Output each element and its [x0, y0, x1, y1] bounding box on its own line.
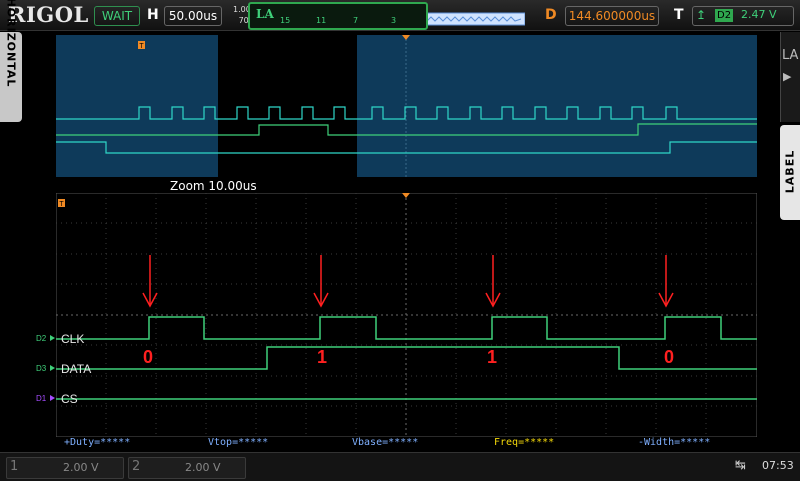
chevron-right-icon[interactable]: ▶	[783, 70, 791, 83]
overview-trigger-marker: T	[138, 41, 145, 50]
channel-label-clk[interactable]: D2 CLK	[36, 332, 84, 346]
la-group-label: 15	[280, 16, 291, 25]
measurement-freq[interactable]: Freq=*****	[494, 437, 554, 448]
channel-labels: D2 CLK D3 DATA D1 CS	[36, 332, 91, 406]
la-group-label: 7	[353, 16, 359, 25]
svg-text:CS: CS	[61, 392, 78, 406]
la-tab-label: LA	[782, 48, 799, 63]
zoom-window-region[interactable]	[218, 35, 357, 177]
la-channel-button[interactable]: LA 15 11 7 3	[248, 2, 428, 30]
la-label: LA	[256, 7, 274, 21]
usb-icon: ↹	[735, 458, 746, 473]
overview-waveform-window[interactable]: T	[56, 35, 757, 177]
measurement-width[interactable]: -Width=*****	[638, 437, 710, 448]
zoom-timebase-label: Zoom 10.00us	[170, 179, 257, 193]
system-clock: 07:53	[762, 459, 794, 472]
measurement-bar: +Duty=***** Vtop=***** Vbase=***** Freq=…	[56, 437, 756, 451]
svg-text:DATA: DATA	[61, 362, 91, 376]
delay-label: D	[545, 7, 557, 23]
rising-edge-icon: ↥	[696, 8, 707, 22]
brand-logo: RIGOL	[8, 2, 89, 27]
bit-label: 1	[487, 347, 497, 367]
svg-text:T: T	[139, 43, 144, 50]
bit-label: 0	[664, 347, 674, 367]
bit-label: 1	[317, 347, 327, 367]
zoom-waveform-grid[interactable]: T 0 1 1 0	[56, 193, 757, 437]
svg-text:D1: D1	[36, 394, 47, 403]
horizontal-label: H	[147, 7, 159, 23]
horizontal-tab-label: HORIZONTAL	[4, 0, 18, 88]
measurement-duty[interactable]: +Duty=*****	[64, 437, 130, 448]
svg-text:CLK: CLK	[61, 332, 84, 346]
delay-value[interactable]: 144.600000us	[565, 6, 659, 26]
svg-text:T: T	[59, 201, 64, 208]
svg-text:D2: D2	[36, 334, 47, 343]
trigger-level: 2.47 V	[741, 8, 777, 21]
channel-2-number: 2	[132, 459, 141, 474]
la-group-label: 11	[316, 16, 327, 25]
la-group-label: 3	[391, 16, 397, 25]
zoom-trigger-marker: T	[58, 199, 65, 208]
timebase-value[interactable]: 50.00us	[164, 6, 222, 26]
label-tab-label: LABEL	[783, 149, 797, 194]
run-status-badge[interactable]: WAIT	[94, 6, 140, 26]
channel-1-button[interactable]: 1 2.00 V	[6, 457, 124, 479]
channel-label-data[interactable]: D3 DATA	[36, 362, 91, 376]
channel-1-scale: 2.00 V	[63, 461, 99, 474]
trigger-label: T	[674, 7, 684, 23]
trigger-source: D2	[715, 9, 734, 22]
bit-label: 0	[143, 347, 153, 367]
channel-2-scale: 2.00 V	[185, 461, 221, 474]
svg-text:D3: D3	[36, 364, 47, 373]
channel-label-cs[interactable]: D1 CS	[36, 392, 78, 406]
trigger-settings[interactable]: ↥ D2 2.47 V	[692, 6, 794, 26]
bottom-channel-bar: 1 2.00 V 2 2.00 V	[0, 452, 800, 481]
channel-2-button[interactable]: 2 2.00 V	[128, 457, 246, 479]
measurement-vtop[interactable]: Vtop=*****	[208, 437, 268, 448]
channel-1-number: 1	[10, 459, 19, 474]
measurement-vbase[interactable]: Vbase=*****	[352, 437, 418, 448]
